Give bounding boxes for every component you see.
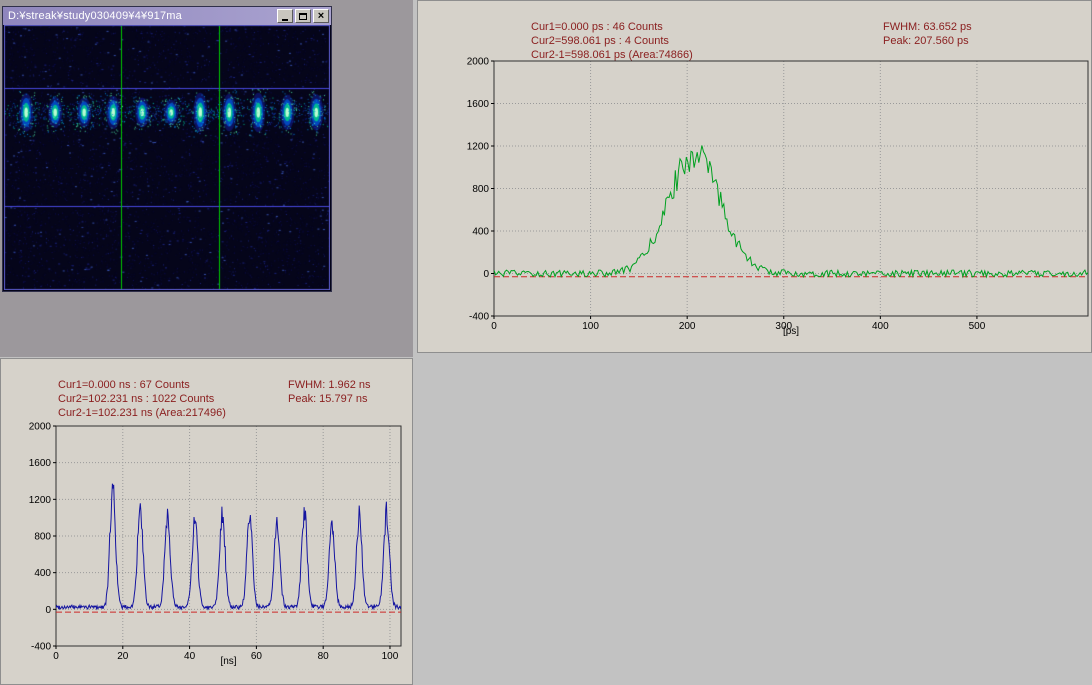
svg-text:[ns]: [ns] xyxy=(220,656,236,667)
svg-text:80: 80 xyxy=(318,651,330,662)
close-button[interactable]: × xyxy=(313,9,329,23)
streak-camera-image[interactable] xyxy=(4,25,330,290)
minimize-button[interactable] xyxy=(277,9,293,23)
svg-text:800: 800 xyxy=(34,532,51,543)
svg-text:-400: -400 xyxy=(469,312,489,323)
svg-text:200: 200 xyxy=(679,321,696,332)
svg-text:1200: 1200 xyxy=(29,495,52,506)
time-profile-chart-ps[interactable]: 01002003004005002000160012008004000-400[… xyxy=(418,1,1092,354)
svg-text:2000: 2000 xyxy=(29,422,52,433)
desktop: D:¥streak¥study030409¥4¥917ma × Cur1=0.0… xyxy=(0,0,1092,685)
svg-text:400: 400 xyxy=(472,227,489,238)
streak-image-window: D:¥streak¥study030409¥4¥917ma × xyxy=(2,6,332,292)
svg-text:400: 400 xyxy=(872,321,889,332)
svg-text:100: 100 xyxy=(582,321,599,332)
profile-panel-ns: Cur1=0.000 ns : 67 Counts Cur2=102.231 n… xyxy=(0,358,413,685)
svg-text:20: 20 xyxy=(117,651,129,662)
maximize-button[interactable] xyxy=(295,9,311,23)
close-icon: × xyxy=(318,11,324,22)
svg-text:[ps]: [ps] xyxy=(783,326,799,337)
svg-text:500: 500 xyxy=(969,321,986,332)
svg-text:2000: 2000 xyxy=(467,57,490,68)
svg-text:1600: 1600 xyxy=(29,458,52,469)
image-window-titlebar[interactable]: D:¥streak¥study030409¥4¥917ma × xyxy=(3,7,331,25)
profile-panel-ps: Cur1=0.000 ps : 46 Counts Cur2=598.061 p… xyxy=(417,0,1092,353)
svg-text:0: 0 xyxy=(53,651,59,662)
minimize-icon xyxy=(282,19,288,21)
svg-text:0: 0 xyxy=(483,269,489,280)
svg-text:40: 40 xyxy=(184,651,196,662)
svg-text:100: 100 xyxy=(382,651,399,662)
time-profile-chart-ns[interactable]: 0204060801002000160012008004000-400[ns] xyxy=(1,359,414,685)
svg-text:60: 60 xyxy=(251,651,263,662)
svg-text:-400: -400 xyxy=(31,642,51,653)
svg-text:0: 0 xyxy=(491,321,497,332)
svg-text:400: 400 xyxy=(34,568,51,579)
image-window-title: D:¥streak¥study030409¥4¥917ma xyxy=(8,10,275,22)
svg-text:0: 0 xyxy=(45,605,51,616)
streak-image-area xyxy=(4,25,330,290)
svg-text:1200: 1200 xyxy=(467,142,490,153)
svg-text:1600: 1600 xyxy=(467,99,490,110)
maximize-icon xyxy=(299,13,307,20)
svg-text:800: 800 xyxy=(472,184,489,195)
